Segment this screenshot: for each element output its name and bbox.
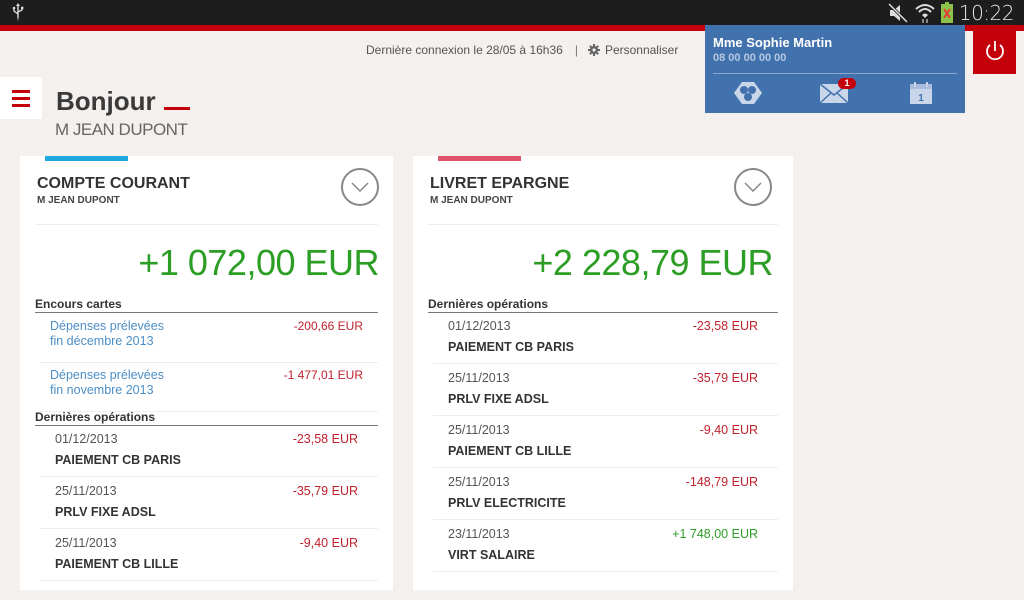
divider bbox=[428, 224, 778, 225]
operation-date: 25/11/2013 bbox=[55, 484, 117, 498]
operation-label: PRLV FIXE ADSL bbox=[448, 392, 549, 406]
operation-amount: -9,40 EUR bbox=[299, 536, 358, 550]
operation-row[interactable]: 25/11/2013 -9,40 EUR PAIEMENT CB LILLE bbox=[40, 529, 378, 581]
card-outstanding-row[interactable]: Dépenses prélevées fin novembre 2013 -1 … bbox=[40, 362, 378, 412]
operation-amount: -148,79 EUR bbox=[685, 475, 758, 489]
operation-amount: -9,40 EUR bbox=[699, 423, 758, 437]
menu-button[interactable] bbox=[0, 77, 42, 119]
operation-row[interactable]: 25/11/2013 -35,79 EUR PRLV FIXE ADSL bbox=[433, 364, 778, 416]
operation-date: 23/11/2013 bbox=[448, 527, 510, 541]
usb-icon bbox=[12, 3, 24, 21]
card-outstanding-row[interactable]: Dépenses prélevées fin décembre 2013 -20… bbox=[40, 313, 378, 363]
operation-label: VIRT SALAIRE bbox=[448, 548, 535, 562]
account-holder: M JEAN DUPONT bbox=[37, 195, 120, 206]
operation-date: 25/11/2013 bbox=[55, 536, 117, 550]
expand-button[interactable] bbox=[734, 168, 772, 206]
operation-date: 25/11/2013 bbox=[448, 475, 510, 489]
hamburger-icon-bar bbox=[12, 89, 30, 93]
contact-icon bbox=[734, 82, 762, 104]
operation-amount: +1 748,00 EUR bbox=[672, 527, 758, 541]
clock: 10:22 bbox=[958, 0, 1015, 25]
account-holder: M JEAN DUPONT bbox=[430, 195, 513, 206]
section-recent-operations: Dernières opérations bbox=[428, 297, 778, 313]
operation-row[interactable]: 25/11/2013 -35,79 EUR PRLV FIXE ADSL bbox=[40, 477, 378, 529]
separator: | bbox=[574, 43, 578, 57]
advisor-panel: Mme Sophie Martin 08 00 00 00 00 1 1 bbox=[705, 25, 965, 113]
calendar-day: 1 bbox=[918, 93, 924, 104]
mute-icon bbox=[887, 2, 908, 23]
account-card-checking[interactable]: COMPTE COURANT M JEAN DUPONT +1 072,00 E… bbox=[20, 156, 393, 590]
last-login-text: Dernière connexion le 28/05 à 16h36 bbox=[366, 43, 563, 57]
section-recent-operations: Dernières opérations bbox=[35, 410, 378, 426]
message-count-badge: 1 bbox=[838, 78, 856, 89]
advisor-name: Mme Sophie Martin bbox=[713, 35, 833, 50]
hamburger-icon-bar bbox=[12, 96, 30, 100]
wifi-icon bbox=[915, 3, 935, 23]
last-login-bar: Dernière connexion le 28/05 à 16h36 | Pe… bbox=[366, 43, 678, 57]
account-title: COMPTE COURANT bbox=[37, 175, 190, 192]
contact-button[interactable] bbox=[733, 80, 763, 106]
account-accent-bar bbox=[45, 156, 128, 161]
greeting-underline bbox=[164, 107, 190, 110]
account-balance: +1 072,00 EUR bbox=[138, 242, 379, 283]
gear-icon[interactable] bbox=[587, 44, 600, 56]
operation-amount: -23,58 EUR bbox=[692, 319, 758, 333]
account-card-savings[interactable]: LIVRET EPARGNE M JEAN DUPONT +2 228,79 E… bbox=[413, 156, 793, 590]
operation-date: 25/11/2013 bbox=[448, 423, 510, 437]
operation-label: PAIEMENT CB LILLE bbox=[448, 444, 572, 458]
chevron-down-icon bbox=[744, 182, 762, 192]
operation-amount: -23,58 EUR bbox=[292, 432, 358, 446]
operation-date: 25/11/2013 bbox=[448, 371, 510, 385]
chevron-down-icon bbox=[351, 182, 369, 192]
operation-label: PRLV FIXE ADSL bbox=[55, 505, 156, 519]
operation-amount: -35,79 EUR bbox=[692, 371, 758, 385]
logout-button[interactable] bbox=[973, 28, 1016, 74]
account-balance: +2 228,79 EUR bbox=[532, 242, 773, 283]
operation-row[interactable]: 25/11/2013 -148,79 EUR PRLV ELECTRICITE bbox=[433, 468, 778, 520]
card-outstanding-label: Dépenses prélevées fin décembre 2013 bbox=[50, 319, 164, 348]
card-outstanding-amount: -1 477,01 EUR bbox=[283, 368, 363, 382]
status-bar: 10:22 bbox=[0, 0, 1024, 25]
account-accent-bar bbox=[438, 156, 521, 161]
card-outstanding-label: Dépenses prélevées fin novembre 2013 bbox=[50, 368, 164, 397]
operation-label: PRLV ELECTRICITE bbox=[448, 496, 566, 510]
operation-date: 01/12/2013 bbox=[448, 319, 511, 333]
power-icon bbox=[985, 41, 1004, 61]
advisor-phone[interactable]: 08 00 00 00 00 bbox=[713, 52, 786, 64]
user-name: M JEAN DUPONT bbox=[55, 120, 188, 139]
customize-link[interactable]: Personnaliser bbox=[605, 43, 678, 57]
card-outstanding-amount: -200,66 EUR bbox=[293, 319, 363, 333]
operation-row[interactable]: 01/12/2013 -23,58 EUR PAIEMENT CB PARIS bbox=[433, 312, 778, 364]
section-card-outstanding: Encours cartes bbox=[35, 297, 378, 313]
operation-date: 01/12/2013 bbox=[55, 432, 118, 446]
operation-label: PAIEMENT CB LILLE bbox=[55, 557, 179, 571]
greeting-title: Bonjour bbox=[56, 86, 156, 116]
account-title: LIVRET EPARGNE bbox=[430, 175, 570, 192]
operation-row[interactable]: 01/12/2013 -23,58 EUR PAIEMENT CB PARIS bbox=[40, 425, 378, 477]
battery-icon bbox=[940, 2, 953, 23]
calendar-icon: 1 bbox=[910, 82, 932, 104]
divider bbox=[35, 224, 378, 225]
operation-label: PAIEMENT CB PARIS bbox=[55, 453, 181, 467]
operation-amount: -35,79 EUR bbox=[292, 484, 358, 498]
operation-row[interactable]: 23/11/2013 +1 748,00 EUR VIRT SALAIRE bbox=[433, 520, 778, 572]
operation-row[interactable]: 25/11/2013 -9,40 EUR PAIEMENT CB LILLE bbox=[433, 416, 778, 468]
operation-label: PAIEMENT CB PARIS bbox=[448, 340, 574, 354]
expand-button[interactable] bbox=[341, 168, 379, 206]
hamburger-icon-bar bbox=[12, 103, 30, 107]
appointments-button[interactable]: 1 bbox=[906, 80, 936, 106]
advisor-divider bbox=[713, 73, 957, 74]
